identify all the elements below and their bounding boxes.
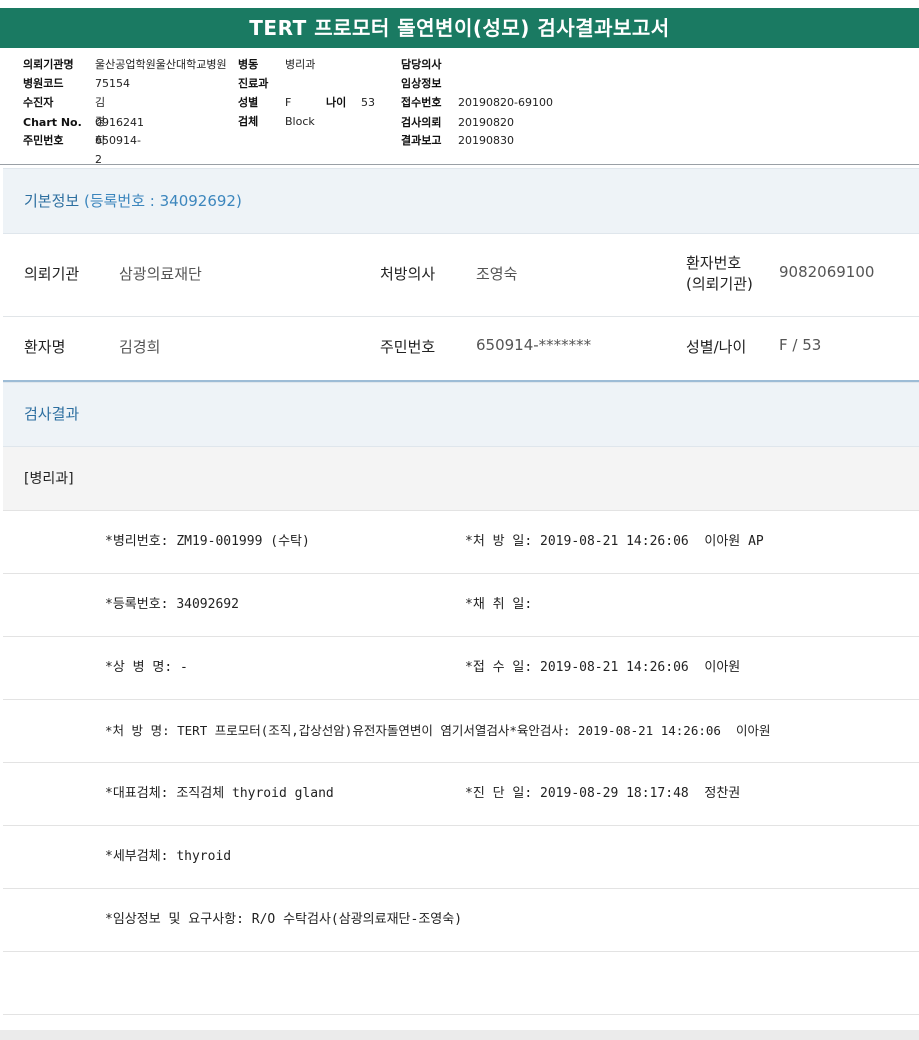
- meta-row: 수진자 김경희: [23, 93, 105, 147]
- meta-value: 20190830: [458, 134, 514, 147]
- meta-label: 결과보고: [401, 134, 442, 147]
- department-label: [병리과]: [3, 447, 919, 511]
- meta-row: 진료과: [238, 74, 268, 93]
- bottom-bar: [0, 1030, 919, 1040]
- institution-label: 의뢰기관: [24, 265, 80, 283]
- results-heading: 검사결과: [24, 405, 80, 423]
- meta-label: 주민번호: [23, 134, 64, 147]
- sex-age-label: 성별/나이: [686, 338, 747, 356]
- result-field: *대표검체: 조직검체 thyroid gland: [105, 786, 334, 801]
- registration-number: (등록번호 : 34092692): [83, 192, 242, 210]
- meta-value: 병리과: [285, 58, 316, 71]
- meta-row: 병동 병리과: [238, 55, 315, 74]
- meta-value: 0916241: [95, 116, 144, 129]
- meta-value: 53: [361, 96, 375, 109]
- result-row: *병리번호: ZM19-001999 (수탁) *처 방 일: 2019-08-…: [3, 511, 919, 574]
- meta-value: 20190820-69100: [458, 96, 553, 109]
- meta-row: 임상정보: [401, 74, 441, 93]
- results-header: 검사결과: [3, 382, 919, 447]
- meta-label: 의뢰기관명: [23, 58, 74, 71]
- institution-value: 삼광의료재단: [119, 265, 202, 283]
- report-title: TERT 프로모터 돌연변이(성모) 검사결과보고서: [0, 8, 919, 48]
- meta-label: 검사의뢰: [401, 116, 442, 129]
- meta-row: 주민번호 650914-2: [23, 131, 141, 166]
- meta-value: 울산공업학원울산대학교병원: [95, 58, 227, 71]
- meta-row: 병원코드 75154: [23, 74, 130, 93]
- result-row: *임상정보 및 요구사항: R/O 수탁검사(삼광의료재단-조영숙): [3, 889, 919, 952]
- meta-row: 접수번호 20190820-69100: [401, 93, 553, 112]
- meta-row: Chart No. 0916241: [23, 113, 144, 132]
- doctor-label: 처방의사: [380, 265, 436, 283]
- result-field: *처 방 명: TERT 프로모터(조직,갑상선암)유전자돌연변이 염기서열검사…: [105, 723, 771, 738]
- result-field: *진 단 일: 2019-08-29 18:17:48 정찬권: [465, 786, 741, 801]
- patient-name-value: 김경희: [119, 338, 161, 356]
- meta-value: F: [285, 96, 292, 109]
- result-row: *등록번호: 34092692 *채 취 일:: [3, 574, 919, 637]
- patient-number-sublabel: (의뢰기관): [686, 275, 753, 293]
- meta-value: 20190820: [458, 116, 514, 129]
- patient-number-value: 9082069100: [779, 263, 875, 281]
- result-field: *등록번호: 34092692: [105, 597, 239, 612]
- sex-age-value: F / 53: [779, 336, 822, 354]
- report-meta: 의뢰기관명 울산공업학원울산대학교병원 병원코드 75154 수진자 김경희 C…: [0, 52, 919, 166]
- meta-row: 나이 53: [326, 93, 375, 112]
- result-field: *채 취 일:: [465, 597, 533, 612]
- doctor-value: 조영숙: [476, 265, 518, 283]
- basic-info-row: 환자명 김경희 주민번호 650914-******* 성별/나이 F / 53: [3, 317, 919, 380]
- meta-value: Block: [285, 115, 315, 128]
- meta-divider: [0, 164, 919, 165]
- meta-label: 수진자: [23, 96, 54, 109]
- meta-label: 담당의사: [401, 58, 442, 71]
- result-row: [3, 952, 919, 1015]
- result-field: *접 수 일: 2019-08-21 14:26:06 이아원: [465, 660, 741, 675]
- meta-label: 성별: [238, 96, 259, 109]
- meta-label: 접수번호: [401, 96, 442, 109]
- result-field: *상 병 명: -: [105, 660, 188, 675]
- meta-row: 의뢰기관명 울산공업학원울산대학교병원: [23, 55, 227, 74]
- meta-value: 75154: [95, 77, 130, 90]
- resident-number-value: 650914-*******: [476, 336, 592, 354]
- basic-info-header: 기본정보 (등록번호 : 34092692): [3, 168, 919, 234]
- result-row: *상 병 명: - *접 수 일: 2019-08-21 14:26:06 이아…: [3, 637, 919, 700]
- patient-name-label: 환자명: [24, 338, 66, 356]
- meta-row: 성별 F: [238, 93, 291, 112]
- result-row: *세부검체: thyroid: [3, 826, 919, 889]
- result-field: *임상정보 및 요구사항: R/O 수탁검사(삼광의료재단-조영숙): [105, 912, 463, 927]
- patient-number-label: 환자번호: [686, 254, 742, 272]
- meta-label: 임상정보: [401, 77, 442, 90]
- basic-info-row: 의뢰기관 삼광의료재단 처방의사 조영숙 환자번호 (의뢰기관) 9082069…: [3, 234, 919, 317]
- result-row: *처 방 명: TERT 프로모터(조직,갑상선암)유전자돌연변이 염기서열검사…: [3, 700, 919, 763]
- meta-label: 나이: [326, 96, 347, 109]
- meta-label: 검체: [238, 115, 259, 128]
- result-field: *처 방 일: 2019-08-21 14:26:06 이아원 AP: [465, 534, 764, 549]
- resident-number-label: 주민번호: [380, 338, 436, 356]
- basic-info-heading: 기본정보: [24, 192, 80, 210]
- meta-label: 병동: [238, 58, 259, 71]
- result-row: *대표검체: 조직검체 thyroid gland *진 단 일: 2019-0…: [3, 763, 919, 826]
- meta-row: 담당의사: [401, 55, 441, 74]
- result-field: *세부검체: thyroid: [105, 849, 232, 864]
- meta-label: 병원코드: [23, 77, 64, 90]
- meta-row: 검사의뢰 20190820: [401, 113, 514, 132]
- result-field: *병리번호: ZM19-001999 (수탁): [105, 534, 310, 549]
- meta-row: 결과보고 20190830: [401, 131, 514, 150]
- meta-row: 검체 Block: [238, 112, 315, 131]
- meta-label: Chart No.: [23, 116, 82, 129]
- meta-label: 진료과: [238, 77, 269, 90]
